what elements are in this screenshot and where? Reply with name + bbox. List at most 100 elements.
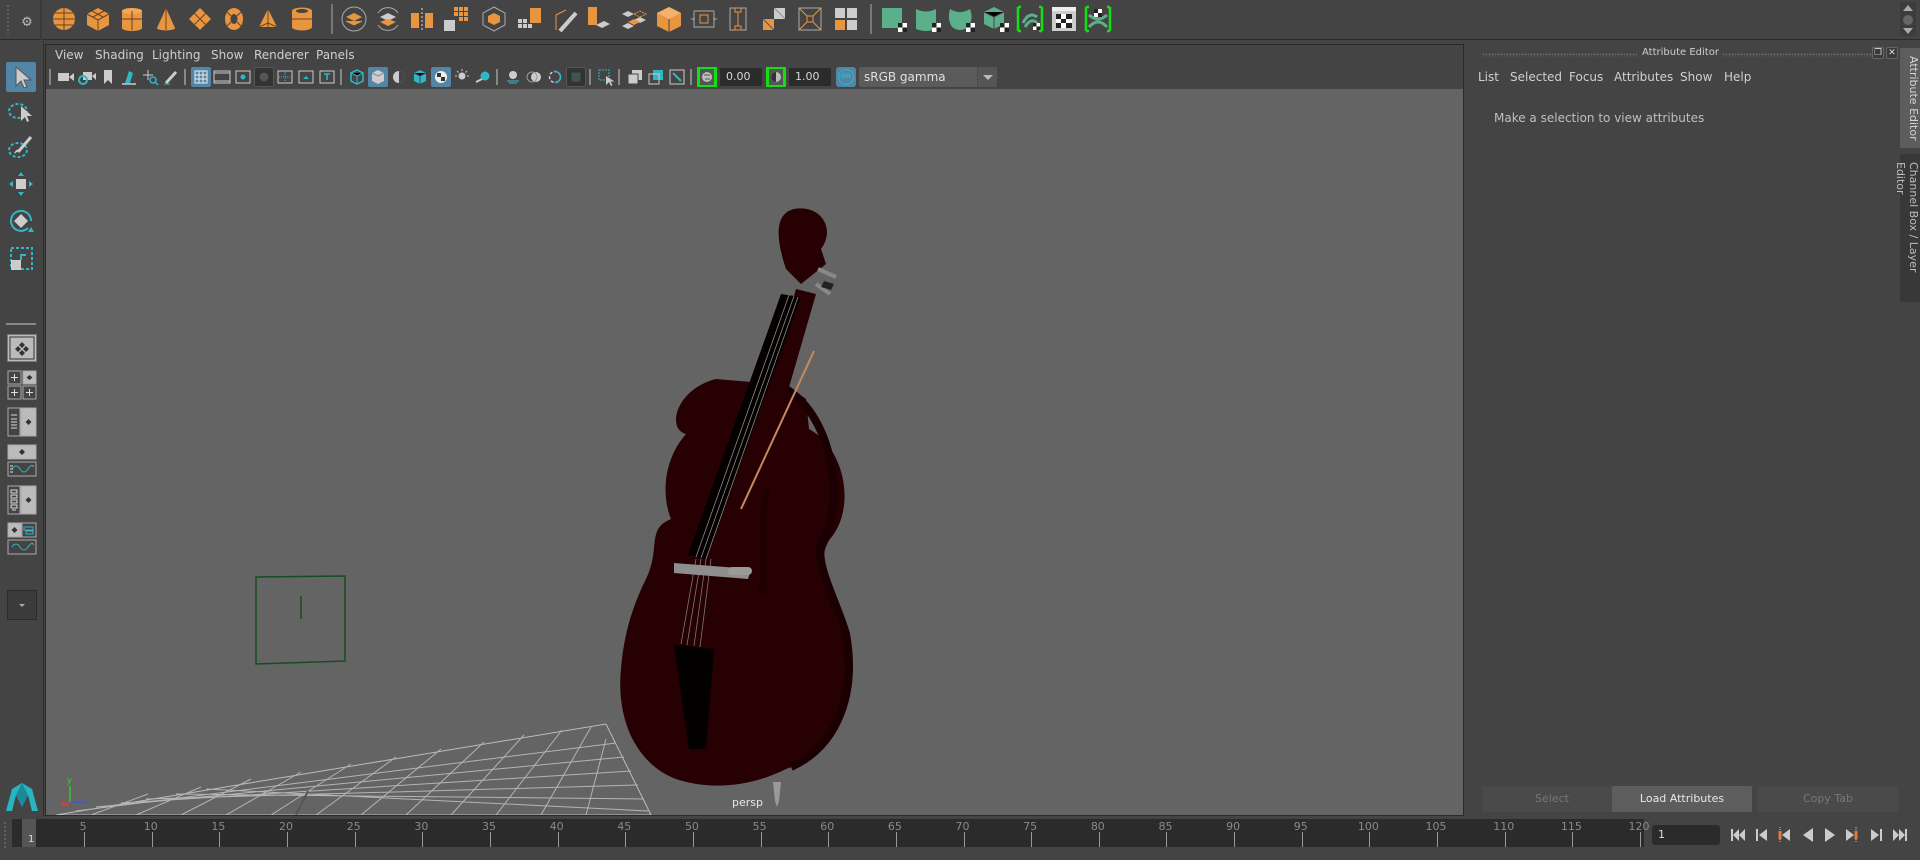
grid-toggle-icon[interactable]: [191, 67, 211, 87]
attribute-editor-titlebar[interactable]: Attribute Editor ❐ ✕: [1470, 47, 1898, 61]
unfold-icon[interactable]: [1016, 5, 1044, 33]
exposure-toggle-button[interactable]: [697, 67, 717, 87]
multi-cut-icon[interactable]: [552, 5, 580, 33]
rotate-tool-button[interactable]: [6, 206, 36, 236]
step-back-frame-icon[interactable]: [1752, 825, 1772, 845]
ae-menu-show[interactable]: Show: [1680, 70, 1712, 84]
poly-cube-icon[interactable]: [84, 5, 112, 33]
step-back-key-icon[interactable]: [1774, 825, 1794, 845]
tab-channel-box-layer-editor[interactable]: Channel Box / Layer Editor: [1894, 154, 1920, 302]
ae-menu-help[interactable]: Help: [1724, 70, 1751, 84]
play-backwards-icon[interactable]: [1798, 825, 1818, 845]
exposure-field[interactable]: 0.00: [720, 68, 762, 86]
ae-menu-list[interactable]: List: [1478, 70, 1499, 84]
lasso-tool-button[interactable]: [6, 97, 36, 127]
ae-menu-focus[interactable]: Focus: [1569, 70, 1603, 84]
load-attributes-button[interactable]: Load Attributes: [1612, 786, 1752, 812]
panel-grip[interactable]: [1722, 53, 1872, 57]
shelf-tabs-icon[interactable]: [1903, 15, 1913, 25]
anti-aliasing-icon[interactable]: [545, 67, 565, 87]
persp-outliner-button[interactable]: [7, 407, 37, 437]
poly-cylinder-icon[interactable]: [118, 5, 146, 33]
select-button[interactable]: Select: [1482, 786, 1622, 812]
four-view-button[interactable]: [7, 370, 37, 400]
step-forward-key-icon[interactable]: [1842, 825, 1862, 845]
paint-select-tool-button[interactable]: [6, 132, 36, 162]
view-transform-select[interactable]: sRGB gamma: [859, 67, 997, 87]
menu-lighting[interactable]: Lighting: [152, 48, 201, 62]
poly-torus-icon[interactable]: [220, 5, 248, 33]
bevel-box-icon[interactable]: [480, 5, 508, 33]
select-tool-button[interactable]: [6, 62, 36, 92]
isolate-select-icon[interactable]: [596, 67, 616, 87]
copy-tab-button[interactable]: Copy Tab: [1758, 786, 1898, 812]
poly-pipe-icon[interactable]: [288, 5, 316, 33]
insert-edge-loop-icon[interactable]: [724, 5, 752, 33]
textured-icon[interactable]: [431, 67, 451, 87]
persp-graph-hypershade-button[interactable]: [7, 522, 37, 556]
poly-plane-icon[interactable]: [186, 5, 214, 33]
go-to-end-icon[interactable]: [1890, 825, 1910, 845]
film-gate-icon[interactable]: [212, 67, 232, 87]
close-icon[interactable]: ✕: [1886, 47, 1898, 59]
wireframe-on-shaded-icon[interactable]: [410, 67, 430, 87]
timeline-grip[interactable]: [3, 821, 7, 851]
2d-pan-zoom-icon[interactable]: [140, 67, 160, 87]
resolution-gate-icon[interactable]: [233, 67, 253, 87]
safe-title-icon[interactable]: [317, 67, 337, 87]
use-all-lights-icon[interactable]: [452, 67, 472, 87]
motion-blur-icon[interactable]: [524, 67, 544, 87]
offset-edge-loop-icon[interactable]: [760, 5, 788, 33]
depth-of-field-icon[interactable]: [566, 67, 586, 87]
automatic-map-icon[interactable]: [982, 5, 1010, 33]
poly-cone-icon[interactable]: [152, 5, 180, 33]
xray-active-components-icon[interactable]: [646, 67, 666, 87]
extrude-icon[interactable]: [584, 5, 612, 33]
bevel-icon[interactable]: [655, 5, 683, 33]
screen-space-ao-icon[interactable]: [503, 67, 523, 87]
select-camera-icon[interactable]: [56, 67, 76, 87]
move-tool-button[interactable]: [6, 169, 36, 199]
current-frame-field[interactable]: 1: [1652, 825, 1720, 845]
safe-action-icon[interactable]: [296, 67, 316, 87]
hypershade-persp-button[interactable]: [7, 485, 37, 515]
camera-attributes-icon[interactable]: [77, 67, 97, 87]
gear-icon[interactable]: ⚙: [20, 16, 34, 30]
xray-icon[interactable]: [625, 67, 645, 87]
scale-tool-button[interactable]: [6, 244, 36, 274]
shadows-icon[interactable]: [473, 67, 493, 87]
more-layouts-button[interactable]: [7, 590, 37, 620]
single-perspective-view-button[interactable]: [7, 334, 37, 362]
bridge-icon[interactable]: [620, 5, 648, 33]
shelf-grip[interactable]: [6, 4, 10, 34]
ae-menu-selected[interactable]: Selected: [1510, 70, 1562, 84]
color-management-toggle[interactable]: ON: [836, 67, 856, 87]
xray-joints-icon[interactable]: [667, 67, 687, 87]
viewport-canvas[interactable]: y x z persp: [46, 89, 1463, 815]
combine-icon[interactable]: [340, 5, 368, 33]
bookmark-icon[interactable]: [98, 67, 118, 87]
tab-attribute-editor[interactable]: Attribute Editor: [1900, 48, 1920, 148]
spherical-map-icon[interactable]: [948, 5, 976, 33]
shelf-scroll[interactable]: [1900, 2, 1916, 36]
menu-renderer[interactable]: Renderer: [254, 48, 309, 62]
go-to-start-icon[interactable]: [1728, 825, 1748, 845]
poly-sphere-icon[interactable]: [50, 5, 78, 33]
menu-shading[interactable]: Shading: [95, 48, 144, 62]
menu-panels[interactable]: Panels: [316, 48, 355, 62]
mirror-icon[interactable]: [408, 5, 436, 33]
extract-icon[interactable]: [516, 5, 544, 33]
merge-icon[interactable]: [832, 5, 860, 33]
scroll-up-icon[interactable]: [1903, 5, 1913, 11]
field-chart-icon[interactable]: [275, 67, 295, 87]
step-forward-frame-icon[interactable]: [1866, 825, 1886, 845]
unfold3d-optimize-icon[interactable]: [1084, 5, 1112, 33]
smooth-icon[interactable]: [442, 5, 470, 33]
cylindrical-map-icon[interactable]: [914, 5, 942, 33]
separate-icon[interactable]: [374, 5, 402, 33]
smooth-shade-icon[interactable]: [368, 67, 388, 87]
wireframe-icon[interactable]: [347, 67, 367, 87]
default-material-icon[interactable]: [389, 67, 409, 87]
chevron-down-icon[interactable]: [977, 67, 997, 87]
float-window-icon[interactable]: ❐: [1872, 47, 1884, 59]
